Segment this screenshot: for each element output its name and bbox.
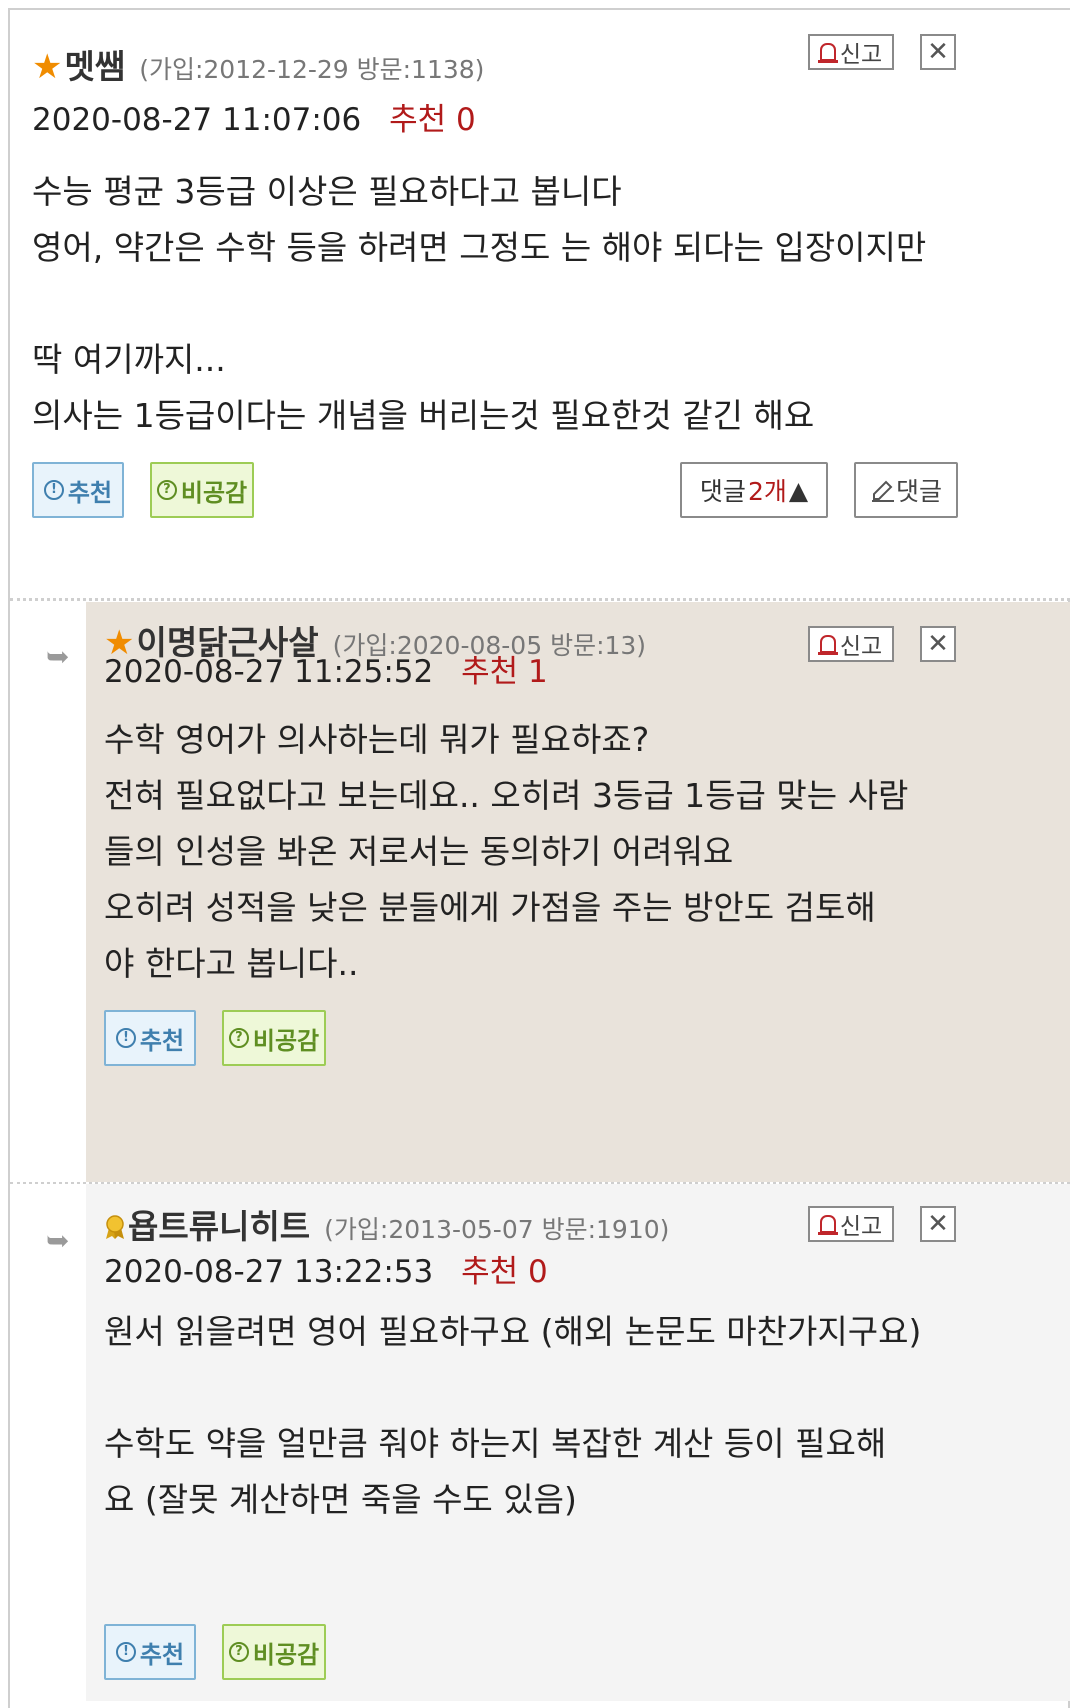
comment-datetime: 2020-08-27 11:25:52 [104, 654, 434, 690]
comment-line: 요 (잘못 계산하면 죽을 수도 있음) [104, 1480, 577, 1519]
replies-count: 2개 [747, 477, 787, 506]
comment-line: 오히려 성적을 낮은 분들에게 가점을 주는 방안도 검토해 [104, 888, 876, 927]
dislike-button-label: 비공감 [252, 1640, 320, 1669]
member-meta: (가입:2013-05-07 방문:1910) [324, 1215, 670, 1244]
recommend-button-label: 추천 [139, 1640, 185, 1669]
comment-datetime: 2020-08-27 13:22:53 [104, 1254, 434, 1290]
comment-line [104, 1360, 921, 1416]
write-reply-button[interactable]: 댓글 [854, 462, 958, 518]
comment-datetime: 2020-08-27 11:07:06 [32, 102, 362, 138]
reply-comment: ➥ ★ 이명닭근사살 (가입:2020-08-05 방문:13) 신고 ✕ 20… [10, 602, 1070, 1182]
medal-icon [106, 1215, 124, 1239]
close-button[interactable]: ✕ [920, 626, 956, 662]
question-icon: ? [156, 480, 177, 500]
nickname[interactable]: 욥트류니히트 [128, 1200, 310, 1248]
reply-arrow-icon: ➥ [46, 640, 70, 673]
comment-body: 원서 읽을려면 영어 필요하구요 (해외 논문도 마찬가지구요) 수학도 약을 … [104, 1304, 921, 1528]
recommend-count: 추천 0 [461, 1254, 548, 1290]
write-reply-label: 댓글 [895, 477, 942, 506]
close-button[interactable]: ✕ [920, 1206, 956, 1242]
siren-icon [817, 1215, 838, 1235]
comment-line: 영어, 약간은 수학 등을 하려면 그정도 는 해야 되다는 입장이지만 [32, 228, 927, 267]
report-label: 신고 [839, 1214, 883, 1240]
comment-line [32, 276, 926, 332]
comment-line: 들의 인성을 봐온 저로서는 동의하기 어려워요 [104, 832, 734, 871]
info-icon: ! [43, 480, 64, 500]
nickname[interactable]: 멧쌤 [64, 40, 125, 88]
comment-line: 원서 읽을려면 영어 필요하구요 (해외 논문도 마찬가지구요) [104, 1312, 922, 1351]
close-icon: ✕ [927, 37, 949, 67]
recommend-button[interactable]: ! 추천 [32, 462, 124, 518]
comment-line: 야 한다고 봅니다.. [104, 944, 359, 983]
comment-line: 수학도 약을 얼만큼 줘야 하는지 복잡한 계산 등이 필요해 [104, 1424, 887, 1463]
comment-dateline: 2020-08-27 13:22:53 추천 0 [104, 1246, 548, 1291]
question-icon: ? [228, 1642, 249, 1662]
report-button[interactable]: 신고 [808, 626, 894, 662]
recommend-count: 추천 0 [389, 102, 476, 138]
pen-icon [871, 480, 894, 502]
report-button[interactable]: 신고 [808, 1206, 894, 1242]
comment-line: 딱 여기까지... [32, 340, 226, 379]
replies-label: 댓글 [699, 477, 746, 506]
star-icon: ★ [32, 47, 63, 87]
comment-body: 수학 영어가 의사하는데 뭐가 필요하죠? 전혀 필요없다고 보는데요.. 오히… [104, 712, 908, 992]
member-meta: (가입:2012-12-29 방문:1138) [139, 55, 485, 84]
close-button[interactable]: ✕ [920, 34, 956, 70]
recommend-button[interactable]: ! 추천 [104, 1010, 196, 1066]
recommend-count: 추천 1 [461, 654, 548, 690]
comment-body: 수능 평균 3등급 이상은 필요하다고 봅니다 영어, 약간은 수학 등을 하려… [32, 164, 926, 444]
info-icon: ! [115, 1028, 136, 1048]
dislike-button-label: 비공감 [180, 478, 248, 507]
siren-icon [817, 43, 838, 63]
dislike-button[interactable]: ? 비공감 [222, 1010, 326, 1066]
recommend-button-label: 추천 [67, 478, 113, 507]
question-icon: ? [228, 1028, 249, 1048]
close-icon: ✕ [927, 1209, 949, 1239]
dislike-button[interactable]: ? 비공감 [222, 1624, 326, 1680]
comment-header: ★ 멧쌤 (가입:2012-12-29 방문:1138) [32, 40, 484, 88]
chevron-up-icon: ▲ [788, 475, 809, 505]
comment-header: 욥트류니히트 (가입:2013-05-07 방문:1910) [104, 1200, 669, 1248]
dislike-button-label: 비공감 [252, 1026, 320, 1055]
comment-page: ★ 멧쌤 (가입:2012-12-29 방문:1138) 신고 ✕ 2020-0… [0, 0, 1080, 1708]
report-label: 신고 [839, 42, 883, 68]
comment-line: 수능 평균 3등급 이상은 필요하다고 봅니다 [32, 172, 622, 211]
divider [10, 598, 1070, 601]
comment-line: 전혀 필요없다고 보는데요.. 오히려 3등급 1등급 맞는 사람 [104, 776, 909, 815]
siren-icon [817, 635, 838, 655]
report-label: 신고 [839, 634, 883, 660]
close-icon: ✕ [927, 629, 949, 659]
recommend-button[interactable]: ! 추천 [104, 1624, 196, 1680]
reply-arrow-icon: ➥ [46, 1224, 70, 1257]
comment-dateline: 2020-08-27 11:07:06 추천 0 [32, 94, 476, 139]
replies-toggle-button[interactable]: 댓글 2개 ▲ [680, 462, 828, 518]
info-icon: ! [115, 1642, 136, 1662]
comment-dateline: 2020-08-27 11:25:52 추천 1 [104, 646, 548, 691]
recommend-button-label: 추천 [139, 1026, 185, 1055]
comment-line: 의사는 1등급이다는 개념을 버리는것 필요한것 같긴 해요 [32, 396, 815, 435]
reply-comment: ➥ 욥트류니히트 (가입:2013-05-07 방문:1910) 신고 ✕ 20… [10, 1184, 1070, 1701]
comment: ★ 멧쌤 (가입:2012-12-29 방문:1138) 신고 ✕ 2020-0… [10, 10, 1070, 600]
comment-line: 수학 영어가 의사하는데 뭐가 필요하죠? [104, 720, 650, 759]
dislike-button[interactable]: ? 비공감 [150, 462, 254, 518]
report-button[interactable]: 신고 [808, 34, 894, 70]
